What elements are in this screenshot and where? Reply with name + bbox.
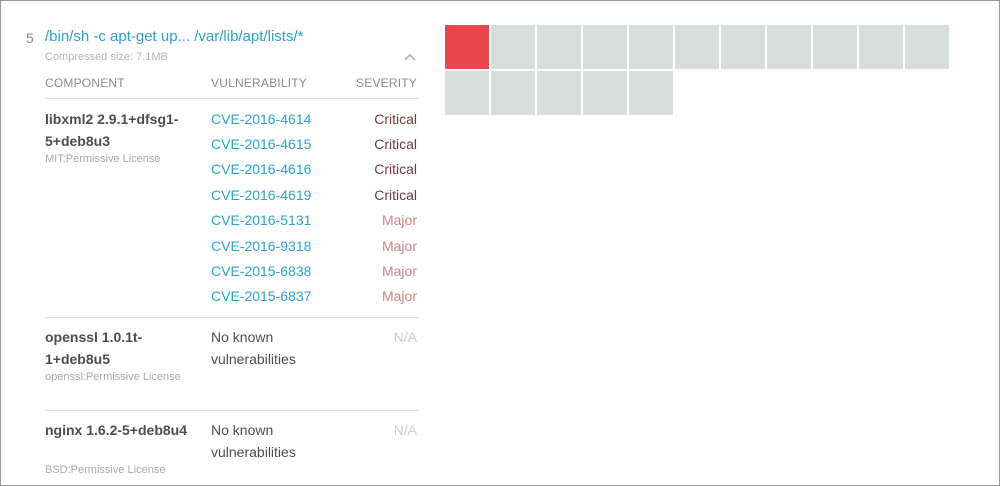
header-divider	[45, 98, 418, 99]
severity-label: Critical	[374, 111, 417, 127]
cve-link[interactable]: CVE-2015-6838	[211, 262, 311, 280]
grid-cell[interactable]	[583, 71, 628, 116]
grid-cell[interactable]	[859, 25, 904, 70]
no-vulnerabilities-text: No known vulnerabilities	[211, 329, 296, 367]
row-divider	[45, 317, 418, 318]
severity-label: Major	[381, 288, 417, 304]
column-header-component: COMPONENT	[45, 76, 125, 90]
component-license: BSD:Permissive License	[45, 464, 166, 476]
grid-cell[interactable]	[491, 71, 536, 116]
cve-link[interactable]: CVE-2016-4615	[211, 135, 311, 153]
component-name: nginx 1.6.2-5+deb8u4	[45, 422, 187, 438]
grid-cell[interactable]	[491, 25, 536, 70]
grid-cell[interactable]	[721, 25, 766, 70]
grid-cell[interactable]	[629, 25, 674, 70]
severity-label: Critical	[374, 161, 417, 177]
chevron-up-icon[interactable]	[403, 50, 417, 64]
grid-cell[interactable]	[905, 25, 950, 70]
severity-na: N/A	[393, 422, 417, 438]
grid-cell[interactable]	[445, 71, 490, 116]
component-name: libxml2 2.9.1+dfsg1-5+deb8u3	[45, 111, 179, 149]
grid-cell[interactable]	[813, 25, 858, 70]
cve-link[interactable]: CVE-2016-4619	[211, 186, 311, 204]
cve-link[interactable]: CVE-2016-9318	[211, 237, 311, 255]
component-name: openssl 1.0.1t-1+deb8u5	[45, 329, 143, 367]
component-license: MIT:Permissive License	[45, 153, 161, 165]
severity-label: Major	[381, 263, 417, 279]
row-divider	[45, 410, 418, 411]
cve-link[interactable]: CVE-2015-6837	[211, 287, 311, 305]
grid-cell[interactable]	[675, 25, 720, 70]
grid-cell[interactable]	[537, 25, 582, 70]
cve-link[interactable]: CVE-2016-4614	[211, 110, 311, 128]
grid-cell[interactable]	[537, 71, 582, 116]
column-header-severity: SEVERITY	[356, 76, 417, 90]
cve-link[interactable]: CVE-2016-4616	[211, 160, 311, 178]
component-license: openssl:Permissive License	[45, 371, 181, 383]
grid-cell-critical[interactable]	[445, 25, 490, 70]
severity-label: Major	[381, 212, 417, 228]
cve-link[interactable]: CVE-2016-5131	[211, 211, 311, 229]
severity-label: Major	[381, 238, 417, 254]
grid-cell[interactable]	[629, 71, 674, 116]
severity-label: Critical	[374, 136, 417, 152]
compressed-size: Compressed size: 7.1MB	[45, 51, 168, 63]
grid-cell[interactable]	[583, 25, 628, 70]
no-vulnerabilities-text: No known vulnerabilities	[211, 422, 296, 460]
layer-command-link[interactable]: /bin/sh -c apt-get up... /var/lib/apt/li…	[45, 28, 303, 45]
grid-cell[interactable]	[767, 25, 812, 70]
layer-index: 5	[26, 30, 34, 46]
severity-label: Critical	[374, 187, 417, 203]
severity-na: N/A	[393, 329, 417, 345]
column-header-vulnerability: VULNERABILITY	[211, 76, 307, 90]
